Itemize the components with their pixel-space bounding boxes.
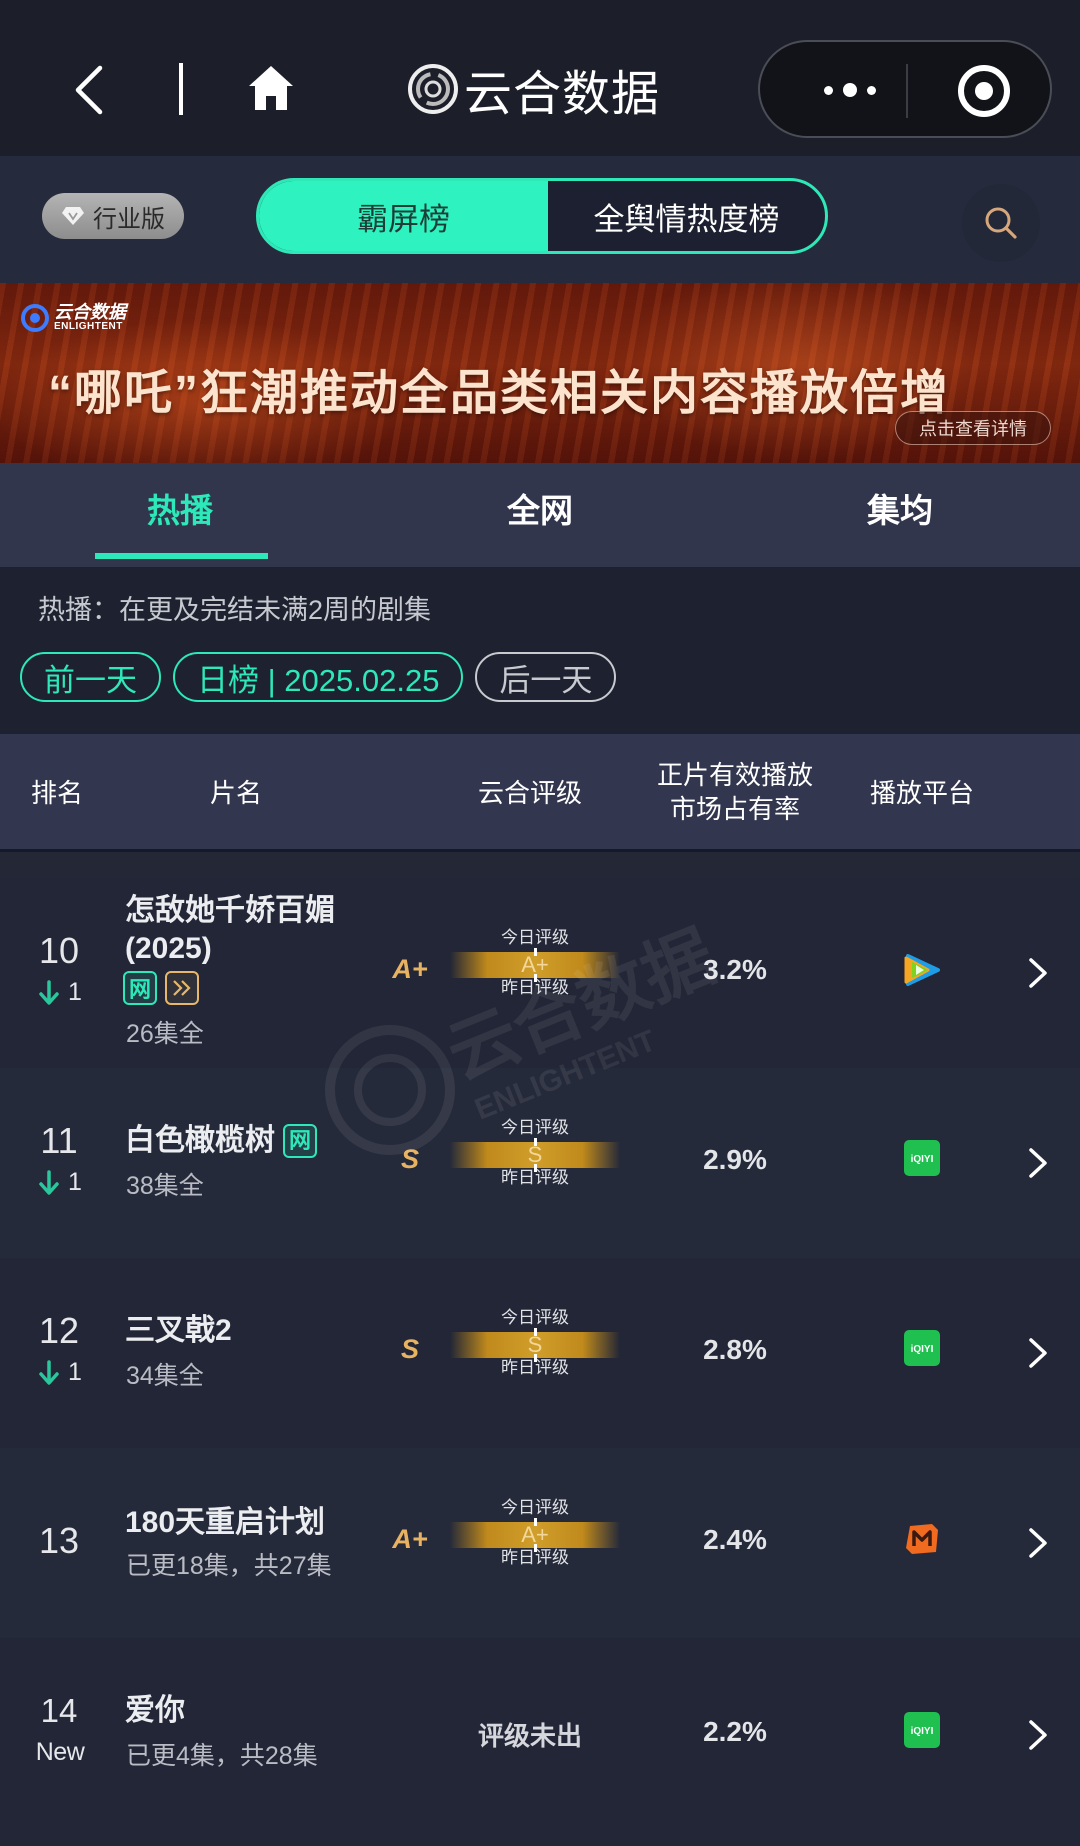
chevron-left-icon[interactable] [70,62,110,118]
rank-number: 11 [40,1120,78,1161]
current-grade: S [400,1334,419,1364]
mini-program-capsule [758,40,1052,138]
tab-jijun[interactable]: 集均 [720,463,1080,567]
more-dots-icon[interactable] [805,66,895,114]
badge-group: 网 [123,971,199,1005]
date-picker-button[interactable]: 日榜 | 2025.02.25 [173,652,464,702]
tab-description: 热播：在更及完结未满2周的剧集 [38,595,432,625]
table-row[interactable]: 10 1 怎敌她千娇百媚 (2025) 网 26集全 A+ 今日评级 A+ 昨日… [0,878,1080,1068]
chevron-right-icon[interactable] [1026,1336,1050,1370]
nav-divider [179,63,183,115]
episode-info: 38集全 [126,1172,204,1200]
rank-change: 1 [28,1358,92,1387]
table-row[interactable]: 11 1 白色橄榄树 网 38集全 S 今日评级 S 昨日评级 2.9% iQI… [0,1068,1080,1258]
tencent-video-icon [904,954,940,986]
show-title[interactable]: 白色橄榄树 网 [125,1122,317,1160]
show-title[interactable]: 三叉戟2 [125,1312,232,1350]
ranking-switcher-bar: 行业版 霸屏榜 全舆情热度榜 [0,156,1080,283]
iqiyi-icon: iQIYI [904,1330,940,1366]
search-icon [985,207,1017,239]
category-tabs: 热播 全网 集均 [0,463,1080,567]
market-share: 2.9% [703,1144,767,1175]
industry-edition-badge[interactable]: 行业版 [42,193,184,239]
mango-tv-icon [906,1524,938,1554]
grade-pending: 评级未出 [477,1721,582,1751]
segment-bapingbang[interactable]: 霸屏榜 [259,181,548,251]
web-series-badge: 网 [123,971,157,1005]
svg-text:iQIYI: iQIYI [911,1154,934,1165]
show-title[interactable]: 怎敌她千娇百媚 (2025) [125,892,335,968]
promo-banner[interactable]: 云合数据 ENLIGHTENT “哪吒”狂潮推动全品类相关内容播放倍增 点击查看… [0,283,1080,463]
show-title[interactable]: 爱你 [125,1692,185,1730]
iqiyi-icon: iQIYI [904,1712,940,1748]
tab-rebo[interactable]: 热播 [0,463,360,567]
market-share: 2.8% [703,1334,767,1365]
header-grade: 云合评级 [477,778,582,808]
chevron-right-icon[interactable] [1026,956,1050,990]
market-share: 2.4% [703,1524,767,1555]
current-grade: A+ [392,954,428,984]
table-header: 排名 片名 云合评级 正片有效播放 市场占有率 播放平台 [0,734,1080,852]
header-title: 片名 [209,778,262,808]
episode-info: 26集全 [126,1020,204,1048]
date-navigator: 前一天 日榜 | 2025.02.25 后一天 [20,652,617,702]
table-row[interactable]: 14 New 爱你 已更4集，共28集 评级未出 2.2% iQIYI [0,1638,1080,1846]
ranking-type-toggle: 霸屏榜 全舆情热度榜 [256,178,828,254]
yunhe-logo-icon [408,64,458,114]
grade-comparison: 今日评级 S 昨日评级 [450,1308,620,1378]
top-nav-bar: 云合数据 [0,0,1080,156]
home-icon[interactable] [245,62,297,114]
market-share: 2.2% [703,1716,767,1747]
current-grade: S [400,1144,419,1174]
banner-brand-logo: 云合数据 ENLIGHTENT [20,303,126,333]
svg-text:iQIYI: iQIYI [911,1344,934,1355]
arrow-down-icon [39,1169,59,1195]
episode-info: 34集全 [126,1362,204,1390]
rank-change: 1 [28,1168,92,1197]
table-spacer [0,852,1080,878]
banner-headline: “哪吒”狂潮推动全品类相关内容播放倍增 [48,367,951,420]
next-day-button[interactable]: 后一天 [475,652,617,702]
table-row[interactable]: 12 1 三叉戟2 34集全 S 今日评级 S 昨日评级 2.8% iQIYI [0,1258,1080,1448]
grade-comparison: 今日评级 S 昨日评级 [450,1118,620,1188]
capsule-divider [906,64,908,118]
new-entry-label: New [35,1738,85,1766]
grade-comparison: 今日评级 A+ 昨日评级 [450,1498,620,1568]
view-details-button[interactable]: 点击查看详情 [895,411,1051,445]
arrow-down-icon [39,1359,59,1385]
diamond-icon [62,207,84,225]
previous-day-button[interactable]: 前一天 [20,652,161,702]
market-share: 3.2% [703,954,767,985]
rank-number: 14 [40,1692,78,1729]
header-share: 正片有效播放 市场占有率 [656,760,813,824]
show-title[interactable]: 180天重启计划 [125,1504,325,1542]
rank-number: 13 [38,1520,80,1561]
app-title: 云合数据 [406,56,660,122]
chevron-right-icon[interactable] [1026,1718,1050,1752]
segment-quanyuqing[interactable]: 全舆情热度榜 [548,181,825,251]
chevron-right-icon[interactable] [1026,1526,1050,1560]
rank-number: 12 [38,1310,80,1351]
chevron-right-icon[interactable] [1026,1146,1050,1180]
header-platform: 播放平台 [869,778,974,808]
search-button[interactable] [962,184,1040,262]
iqiyi-icon: iQIYI [904,1140,940,1176]
tab-quanwang[interactable]: 全网 [360,463,720,567]
fast-forward-icon [173,980,191,996]
yunhe-logo-icon [21,304,49,332]
arrow-down-icon [39,979,59,1005]
episode-info: 已更18集，共27集 [126,1552,332,1580]
fast-forward-badge [165,971,199,1005]
current-grade: A+ [392,1524,428,1554]
grade-comparison: 今日评级 A+ 昨日评级 [450,928,620,998]
header-rank: 排名 [30,778,83,808]
web-series-badge: 网 [283,1124,317,1158]
rank-change: 1 [28,978,92,1007]
svg-text:iQIYI: iQIYI [911,1726,934,1737]
episode-info: 已更4集，共28集 [126,1742,318,1770]
table-row[interactable]: 13 180天重启计划 已更18集，共27集 A+ 今日评级 A+ 昨日评级 2… [0,1448,1080,1638]
rank-number: 10 [38,930,80,971]
target-circle-icon[interactable] [955,62,1013,120]
